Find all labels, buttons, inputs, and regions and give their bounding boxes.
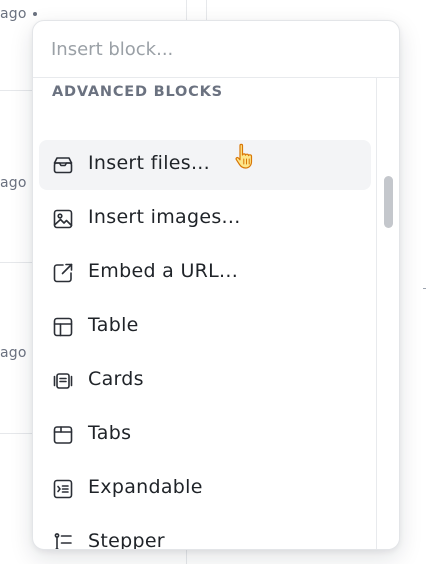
background-row-meta: ago [0,6,37,22]
menu-item-cards[interactable]: Cards [39,356,371,406]
menu-item-embed-url[interactable]: Embed a URL... [39,248,371,298]
menu-item-label: Expandable [88,476,203,498]
hand-pointer-cursor-icon [232,141,260,173]
insert-block-search-input[interactable] [51,35,371,63]
menu-item-insert-files[interactable]: Insert files... [39,140,371,190]
image-icon [51,207,75,231]
menu-item-label: Table [88,314,139,336]
menu-item-table[interactable]: Table [39,302,371,352]
menu-item-label: Tabs [88,422,132,444]
menu-item-stepper[interactable]: Stepper [39,518,371,549]
menu-item-insert-images[interactable]: Insert images... [39,194,371,244]
menu-item-expandable[interactable]: Expandable [39,464,371,514]
menu-item-label: Insert files... [88,152,210,174]
stepper-icon [51,531,75,549]
menu-item-label: Embed a URL... [88,260,239,282]
expandable-list-icon [51,477,75,501]
block-list[interactable]: ADVANCED BLOCKS Insert files... Insert i… [33,78,377,549]
search-bar [33,21,399,78]
table-icon [51,315,75,339]
background-row-meta: ago [0,175,27,191]
menu-item-tabs[interactable]: Tabs [39,410,371,460]
external-link-icon [51,261,75,285]
menu-item-label: Insert images... [88,206,241,228]
folder-tab-icon [51,423,75,447]
separator-dot-icon [32,12,37,16]
section-header-advanced-blocks: ADVANCED BLOCKS [52,84,223,100]
menu-item-label: Stepper [88,530,165,549]
cards-icon [51,369,75,393]
scrollbar-thumb[interactable] [384,176,393,228]
insert-block-popover: ADVANCED BLOCKS Insert files... [32,20,400,550]
inbox-icon [51,153,75,177]
scrollbar-track[interactable] [376,78,399,549]
background-row-meta: ago [0,345,27,361]
menu-item-label: Cards [88,368,144,390]
